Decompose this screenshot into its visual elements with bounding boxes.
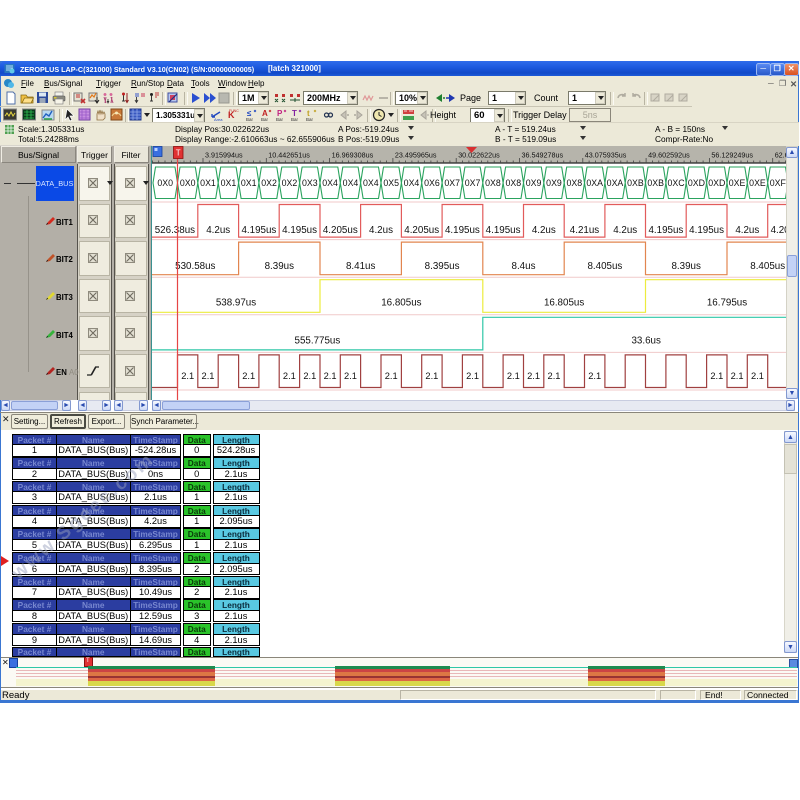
svg-text:T: T [176, 149, 181, 158]
svg-text:36.549278us: 36.549278us [522, 151, 564, 160]
svg-text:0X3: 0X3 [302, 178, 318, 188]
svg-text:0XA: 0XA [586, 178, 603, 188]
svg-text:0X4: 0X4 [363, 178, 379, 188]
svg-text:4.205us: 4.205us [771, 225, 786, 236]
svg-text:0X4: 0X4 [404, 178, 420, 188]
svg-text:0X8: 0X8 [485, 178, 501, 188]
svg-text:0X1: 0X1 [241, 178, 257, 188]
svg-text:0XB: 0XB [647, 178, 664, 188]
svg-text:2.1: 2.1 [283, 371, 296, 381]
svg-text:56.129249us: 56.129249us [711, 151, 753, 160]
svg-text:0X1: 0X1 [221, 178, 237, 188]
svg-text:8.405us: 8.405us [587, 261, 622, 272]
svg-text:4.195us: 4.195us [689, 225, 724, 236]
svg-text:0XD: 0XD [708, 178, 725, 188]
svg-text:0XA: 0XA [607, 178, 624, 188]
svg-text:0XE: 0XE [749, 178, 766, 188]
svg-text:8.39us: 8.39us [671, 261, 701, 272]
svg-text:538.97us: 538.97us [216, 298, 256, 309]
svg-text:16.805us: 16.805us [544, 298, 584, 309]
svg-text:4.2us: 4.2us [735, 225, 759, 236]
svg-text:2.1: 2.1 [202, 371, 215, 381]
svg-text:0XB: 0XB [627, 178, 644, 188]
svg-text:16.795us: 16.795us [707, 298, 747, 309]
svg-text:4.205us: 4.205us [404, 225, 439, 236]
svg-text:33.6us: 33.6us [631, 335, 661, 346]
svg-text:4.2us: 4.2us [369, 225, 393, 236]
svg-text:43.075935us: 43.075935us [585, 151, 627, 160]
svg-text:0X0: 0X0 [157, 178, 173, 188]
svg-text:8.39us: 8.39us [265, 261, 295, 272]
svg-text:0XF: 0XF [770, 178, 786, 188]
svg-text:0X9: 0X9 [546, 178, 562, 188]
svg-text:16.805us: 16.805us [381, 298, 421, 309]
svg-text:0X9: 0X9 [526, 178, 542, 188]
svg-text:2.1: 2.1 [731, 371, 744, 381]
svg-text:16.969308us: 16.969308us [332, 151, 374, 160]
svg-text:4.2us: 4.2us [613, 225, 637, 236]
svg-text:0X0: 0X0 [180, 178, 196, 188]
svg-text:0X4: 0X4 [322, 178, 338, 188]
svg-text:4.2us: 4.2us [206, 225, 230, 236]
svg-text:8.4us: 8.4us [512, 261, 536, 272]
svg-text:4.205us: 4.205us [323, 225, 358, 236]
svg-text:0X7: 0X7 [444, 178, 460, 188]
svg-text:2.1: 2.1 [425, 371, 438, 381]
svg-text:0XE: 0XE [729, 178, 746, 188]
svg-text:2.1: 2.1 [324, 371, 337, 381]
svg-text:4.195us: 4.195us [241, 225, 276, 236]
svg-text:3.915994us: 3.915994us [205, 151, 243, 160]
svg-text:0X8: 0X8 [505, 178, 521, 188]
svg-text:4.195us: 4.195us [445, 225, 480, 236]
svg-text:0X2: 0X2 [261, 178, 277, 188]
svg-text:FUNC: FUNC [229, 109, 239, 113]
svg-text:8.41us: 8.41us [346, 261, 376, 272]
svg-text:2.1: 2.1 [710, 371, 723, 381]
svg-text:2.1: 2.1 [507, 371, 520, 381]
svg-text:0X7: 0X7 [465, 178, 481, 188]
svg-text:2.1: 2.1 [548, 371, 561, 381]
svg-text:2.1: 2.1 [181, 371, 194, 381]
svg-text:4.195us: 4.195us [486, 225, 521, 236]
svg-text:0X2: 0X2 [282, 178, 298, 188]
svg-text:4.195us: 4.195us [648, 225, 683, 236]
svg-text:2.1: 2.1 [527, 371, 540, 381]
svg-text:0XD: 0XD [688, 178, 705, 188]
svg-text:4.2us: 4.2us [532, 225, 556, 236]
svg-text:49.602592us: 49.602592us [648, 151, 690, 160]
svg-text:4.195us: 4.195us [282, 225, 317, 236]
svg-text:4.21us: 4.21us [570, 225, 600, 236]
svg-text:8.395us: 8.395us [425, 261, 460, 272]
svg-text:30.022622us: 30.022622us [458, 151, 500, 160]
svg-text:8.405us: 8.405us [750, 261, 785, 272]
svg-text:2.1: 2.1 [751, 371, 764, 381]
svg-text:0X6: 0X6 [424, 178, 440, 188]
svg-text:10.442651us: 10.442651us [268, 151, 310, 160]
svg-text:0X8: 0X8 [566, 178, 582, 188]
svg-text:526.38us: 526.38us [155, 225, 195, 236]
svg-text:2.1: 2.1 [303, 371, 316, 381]
svg-text:530.58us: 530.58us [175, 261, 215, 272]
svg-text:23.495965us: 23.495965us [395, 151, 437, 160]
svg-text:555.775us: 555.775us [295, 335, 341, 346]
svg-text:2.1: 2.1 [242, 371, 255, 381]
svg-text:0X1: 0X1 [200, 178, 216, 188]
svg-text:2.1: 2.1 [385, 371, 398, 381]
svg-text:2.1: 2.1 [588, 371, 601, 381]
svg-text:2.1: 2.1 [344, 371, 357, 381]
svg-text:62.655906us: 62.655906us [775, 151, 786, 160]
svg-text:0XC: 0XC [668, 178, 686, 188]
svg-text:0X4: 0X4 [343, 178, 359, 188]
svg-text:2.1: 2.1 [466, 371, 479, 381]
svg-text:0X5: 0X5 [383, 178, 399, 188]
